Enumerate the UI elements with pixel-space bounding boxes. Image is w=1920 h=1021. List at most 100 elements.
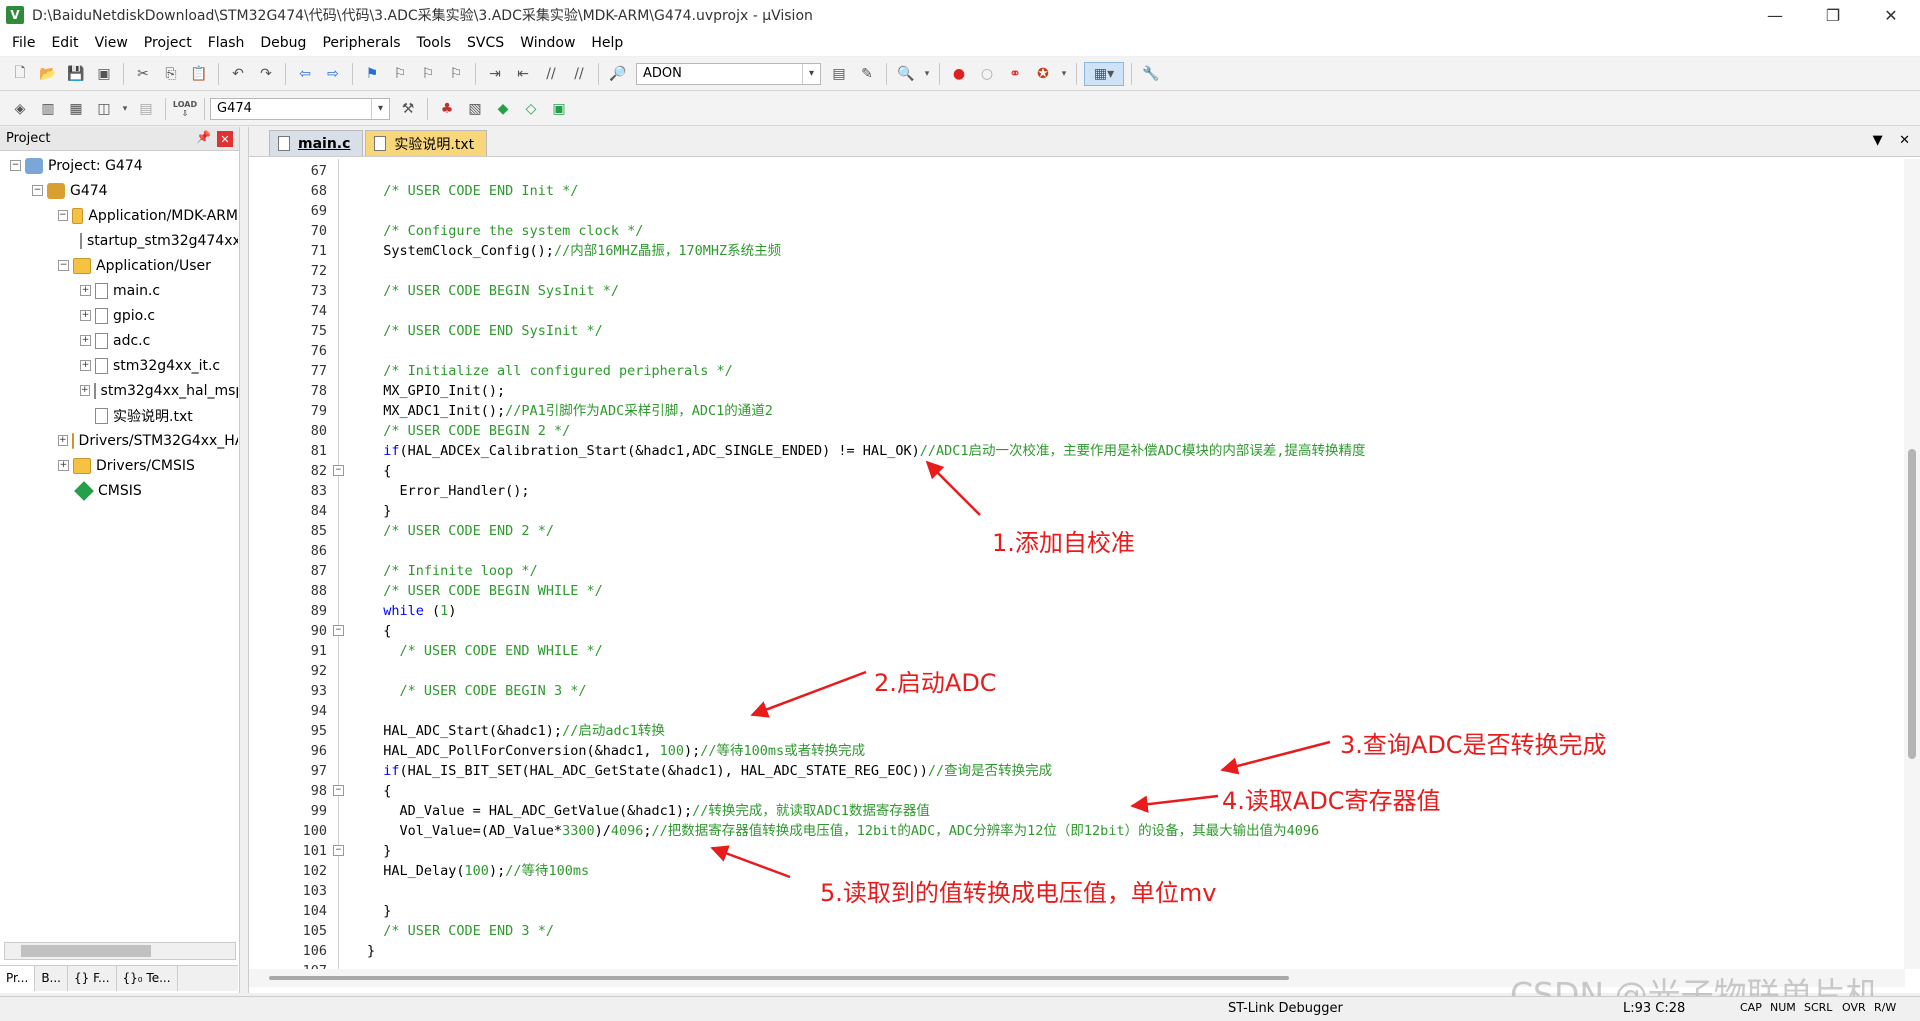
code-line[interactable]: 81 if(HAL_ADCEx_Calibration_Start(&hadc1… (249, 441, 1899, 461)
restore-icon[interactable]: ❐ (1804, 0, 1862, 30)
bookmark-next-icon[interactable]: ⚐ (416, 62, 440, 86)
scrollbar-thumb[interactable] (269, 976, 1289, 980)
breakpoint-icon[interactable]: ● (947, 62, 971, 86)
navigate-forward-icon[interactable]: ⇨ (321, 62, 345, 86)
menu-svcs[interactable]: SVCS (459, 30, 512, 56)
tree-node[interactable]: startup_stm32g474xx.s (0, 228, 238, 253)
code-line[interactable]: 100 Vol_Value=(AD_Value*3300)/4096;//把数据… (249, 821, 1899, 841)
open-folder-icon[interactable]: 📂 (36, 62, 60, 86)
bookmark-icon[interactable]: ⚑ (360, 62, 384, 86)
tree-node[interactable]: − Application/User (0, 253, 238, 278)
replace-icon[interactable]: ✎ (855, 62, 879, 86)
code-line[interactable]: 70 /* Configure the system clock */ (249, 221, 1899, 241)
expand-icon[interactable]: + (80, 360, 91, 371)
rebuild-icon[interactable]: ▦ (64, 97, 88, 121)
copy-icon[interactable]: ⎘ (159, 62, 183, 86)
code-line[interactable]: 89 while (1) (249, 601, 1899, 621)
cut-icon[interactable]: ✂ (131, 62, 155, 86)
menu-debug[interactable]: Debug (252, 30, 314, 56)
pack-installer-icon[interactable]: ◇ (519, 97, 543, 121)
breakpoint-disable-icon[interactable]: ○ (975, 62, 999, 86)
select-packs-icon[interactable]: ▧ (463, 97, 487, 121)
menu-window[interactable]: Window (512, 30, 583, 56)
navigate-back-icon[interactable]: ⇦ (293, 62, 317, 86)
code-line[interactable]: 67 (249, 161, 1899, 181)
code-line[interactable]: 75 /* USER CODE END SysInit */ (249, 321, 1899, 341)
dropdown-arrow-icon[interactable]: ▾ (120, 97, 130, 121)
target-combo[interactable]: G474 ▾ (210, 97, 390, 120)
code-line[interactable]: 73 /* USER CODE BEGIN SysInit */ (249, 281, 1899, 301)
tree-horizontal-scrollbar[interactable] (4, 942, 236, 960)
code-line[interactable]: 99 AD_Value = HAL_ADC_GetValue(&hadc1);/… (249, 801, 1899, 821)
chevron-down-icon[interactable]: ▾ (371, 98, 389, 119)
indent-icon[interactable]: ⇥ (483, 62, 507, 86)
breakpoint-kill-icon[interactable]: ⚭ (1003, 62, 1027, 86)
menu-peripherals[interactable]: Peripherals (314, 30, 408, 56)
tree-node[interactable]: + gpio.c (0, 303, 238, 328)
menu-edit[interactable]: Edit (43, 30, 86, 56)
code-line[interactable]: 83 Error_Handler(); (249, 481, 1899, 501)
dropdown-arrow-icon[interactable]: ▾ (922, 62, 932, 86)
redo-icon[interactable]: ↷ (254, 62, 278, 86)
code-area[interactable]: 67 68 /* USER CODE END Init */ 69 70 /* Con… (249, 159, 1899, 969)
window-layout-icon[interactable]: ▦▾ (1084, 61, 1124, 86)
code-line[interactable]: 98− { (249, 781, 1899, 801)
code-line[interactable]: 105 /* USER CODE END 3 */ (249, 921, 1899, 941)
close-icon[interactable]: ✕ (1862, 0, 1920, 30)
menu-flash[interactable]: Flash (200, 30, 253, 56)
tree-node[interactable]: − Application/MDK-ARM (0, 203, 238, 228)
code-line[interactable]: 95 HAL_ADC_Start(&hadc1);//启动adc1转换 (249, 721, 1899, 741)
minimize-icon[interactable]: — (1746, 0, 1804, 30)
code-line[interactable]: 87 /* Infinite loop */ (249, 561, 1899, 581)
code-line[interactable]: 82− { (249, 461, 1899, 481)
expand-icon[interactable]: + (80, 335, 91, 346)
collapse-icon[interactable]: − (10, 160, 21, 171)
menu-project[interactable]: Project (136, 30, 200, 56)
code-line[interactable]: 96 HAL_ADC_PollForConversion(&hadc1, 100… (249, 741, 1899, 761)
find-combo[interactable]: ADON ▾ (636, 62, 821, 85)
target-options-icon[interactable]: ⚒ (396, 97, 420, 121)
collapse-icon[interactable]: − (58, 210, 68, 221)
code-line[interactable]: 80 /* USER CODE BEGIN 2 */ (249, 421, 1899, 441)
fold-toggle-icon[interactable]: − (333, 625, 344, 636)
code-line[interactable]: 101− } (249, 841, 1899, 861)
configure-icon[interactable]: 🔧 (1139, 62, 1163, 86)
collapse-icon[interactable]: − (32, 185, 43, 196)
tree-node[interactable]: − Project: G474 (0, 153, 238, 178)
collapse-icon[interactable]: − (58, 260, 69, 271)
tree-node[interactable]: − G474 (0, 178, 238, 203)
vertical-scrollbar[interactable] (1904, 159, 1920, 969)
tree-node[interactable]: + stm32g4xx_it.c (0, 353, 238, 378)
new-file-icon[interactable]: 🗋 (8, 62, 32, 86)
tree-node[interactable]: + adc.c (0, 328, 238, 353)
code-line[interactable]: 69 (249, 201, 1899, 221)
debug-session-icon[interactable]: 🔍 (894, 62, 918, 86)
code-line[interactable]: 92 (249, 661, 1899, 681)
code-line[interactable]: 79 MX_ADC1_Init();//PA1引脚作为ADC采样引脚，ADC1的… (249, 401, 1899, 421)
bookmark-clear-icon[interactable]: ⚐ (444, 62, 468, 86)
bookmark-prev-icon[interactable]: ⚐ (388, 62, 412, 86)
code-line[interactable]: 84 } (249, 501, 1899, 521)
fold-toggle-icon[interactable]: − (333, 785, 344, 796)
chevron-down-icon[interactable]: ▾ (802, 63, 820, 84)
code-line[interactable]: 78 MX_GPIO_Init(); (249, 381, 1899, 401)
translate-icon[interactable]: ◈ (8, 97, 32, 121)
code-line[interactable]: 88 /* USER CODE BEGIN WHILE */ (249, 581, 1899, 601)
scrollbar-thumb[interactable] (1908, 449, 1916, 759)
tree-node[interactable]: + stm32g4xx_hal_msp.c (0, 378, 238, 403)
paste-icon[interactable]: 📋 (187, 62, 211, 86)
save-all-icon[interactable]: ▣ (92, 62, 116, 86)
code-line[interactable]: 76 (249, 341, 1899, 361)
tree-node[interactable]: + Drivers/CMSIS (0, 453, 238, 478)
tab-project[interactable]: Pr... (0, 966, 36, 991)
code-line[interactable]: 72 (249, 261, 1899, 281)
stop-build-icon[interactable]: ▤ (134, 97, 158, 121)
build-icon[interactable]: ▥ (36, 97, 60, 121)
tab-main-c[interactable]: main.c (269, 130, 364, 156)
undo-icon[interactable]: ↶ (226, 62, 250, 86)
tab-functions[interactable]: {} F... (68, 966, 117, 991)
dropdown-arrow-icon[interactable]: ▾ (1059, 62, 1069, 86)
expand-icon[interactable]: + (80, 385, 90, 396)
unindent-icon[interactable]: ⇤ (511, 62, 535, 86)
code-line[interactable]: 90− { (249, 621, 1899, 641)
